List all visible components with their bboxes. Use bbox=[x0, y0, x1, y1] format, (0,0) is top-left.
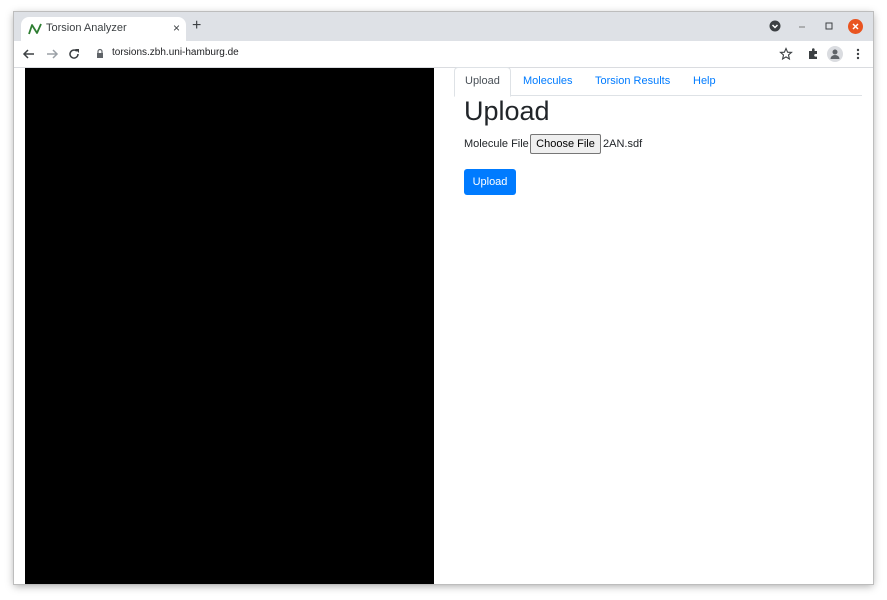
address-bar-url[interactable]: torsions.zbh.uni-hamburg.de bbox=[112, 47, 239, 58]
tab-strip: Torsion Analyzer × + bbox=[14, 12, 873, 41]
molecule-file-label: Molecule File bbox=[464, 138, 529, 150]
kebab-menu-icon[interactable] bbox=[851, 47, 865, 61]
new-tab-icon[interactable]: + bbox=[192, 18, 201, 34]
upload-button[interactable]: Upload bbox=[464, 169, 516, 195]
profile-avatar-icon[interactable] bbox=[827, 46, 843, 62]
tab-molecules[interactable]: Molecules bbox=[523, 68, 573, 95]
tab-upload[interactable]: Upload bbox=[454, 67, 511, 97]
tab-search-icon[interactable] bbox=[768, 19, 782, 33]
reload-icon[interactable] bbox=[67, 47, 81, 61]
choose-file-button[interactable]: Choose File bbox=[530, 134, 601, 154]
tab-torsion-results[interactable]: Torsion Results bbox=[595, 68, 670, 95]
tab-title: Torsion Analyzer bbox=[46, 22, 127, 34]
nav-tabs: Upload Molecules Torsion Results Help bbox=[454, 67, 862, 97]
browser-toolbar: torsions.zbh.uni-hamburg.de bbox=[14, 41, 873, 68]
page-title: Upload bbox=[464, 96, 550, 126]
forward-arrow-icon[interactable] bbox=[45, 47, 59, 61]
browser-window: Torsion Analyzer × + torsions.zbh.uni-ha… bbox=[14, 12, 873, 584]
maximize-icon[interactable] bbox=[822, 19, 836, 33]
selected-file-name: 2AN.sdf bbox=[603, 138, 643, 150]
minimize-icon[interactable] bbox=[795, 19, 809, 33]
close-window-icon[interactable] bbox=[848, 19, 863, 34]
lock-icon[interactable] bbox=[95, 48, 105, 60]
molecule-viewer-canvas[interactable] bbox=[25, 68, 434, 584]
tab-close-icon[interactable]: × bbox=[173, 21, 180, 35]
back-arrow-icon[interactable] bbox=[22, 47, 36, 61]
extensions-puzzle-icon[interactable] bbox=[806, 47, 820, 61]
tab-help[interactable]: Help bbox=[693, 68, 716, 95]
browser-tab[interactable]: Torsion Analyzer × bbox=[21, 17, 186, 41]
torsion-analyzer-favicon-icon bbox=[28, 23, 42, 35]
bookmark-star-icon[interactable] bbox=[779, 47, 793, 61]
page-content: Upload Molecules Torsion Results Help Up… bbox=[14, 67, 873, 584]
